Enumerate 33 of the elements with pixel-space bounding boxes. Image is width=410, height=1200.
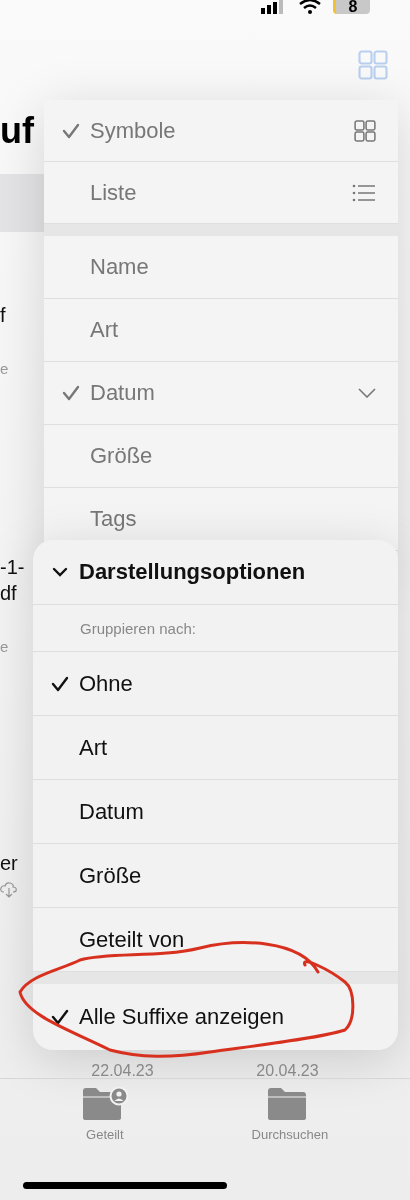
file-name: df [0,581,18,606]
menu-header[interactable]: Darstellungsoptionen [33,540,398,605]
menu-item[interactable]: Datum [33,780,398,844]
tab-bar-item[interactable]: Durchsuchen [247,1079,333,1155]
menu-item[interactable]: Symbole [44,100,398,162]
file-date: 20.04.23 [256,1062,319,1080]
section-label: Gruppieren nach: [79,619,196,637]
menu-item[interactable]: Größe [44,425,398,488]
page-title: uf [0,109,35,153]
file-meta: e [0,359,10,379]
view-toggle-button[interactable] [358,50,388,80]
file-meta: e [0,637,10,657]
search-field[interactable] [0,174,44,232]
menu-item[interactable]: Art [44,299,398,362]
file-name: er [0,851,19,876]
menu-item[interactable]: Art [33,716,398,780]
menu-item[interactable]: Datum [44,362,398,425]
menu-item[interactable]: Ohne [33,652,398,716]
shared-folder-icon [81,1087,128,1121]
menu-item[interactable]: Name [44,236,398,299]
grid-icon [354,119,376,142]
grid-icon [358,50,388,80]
wifi-icon [299,0,321,14]
file-date: 22.04.23 [91,1062,154,1080]
file-name: f [0,303,7,328]
menu-item[interactable]: Größe [33,844,398,908]
chevron-down-icon [358,388,376,398]
cloud-download-icon [0,882,18,898]
battery-indicator: 8 [333,0,370,14]
file-name: -1- [0,555,26,580]
menu-item[interactable]: Alle Suffixe anzeigen [33,984,398,1050]
tab-bar-item[interactable]: Geteilt [77,1079,132,1155]
list-icon [352,183,376,202]
